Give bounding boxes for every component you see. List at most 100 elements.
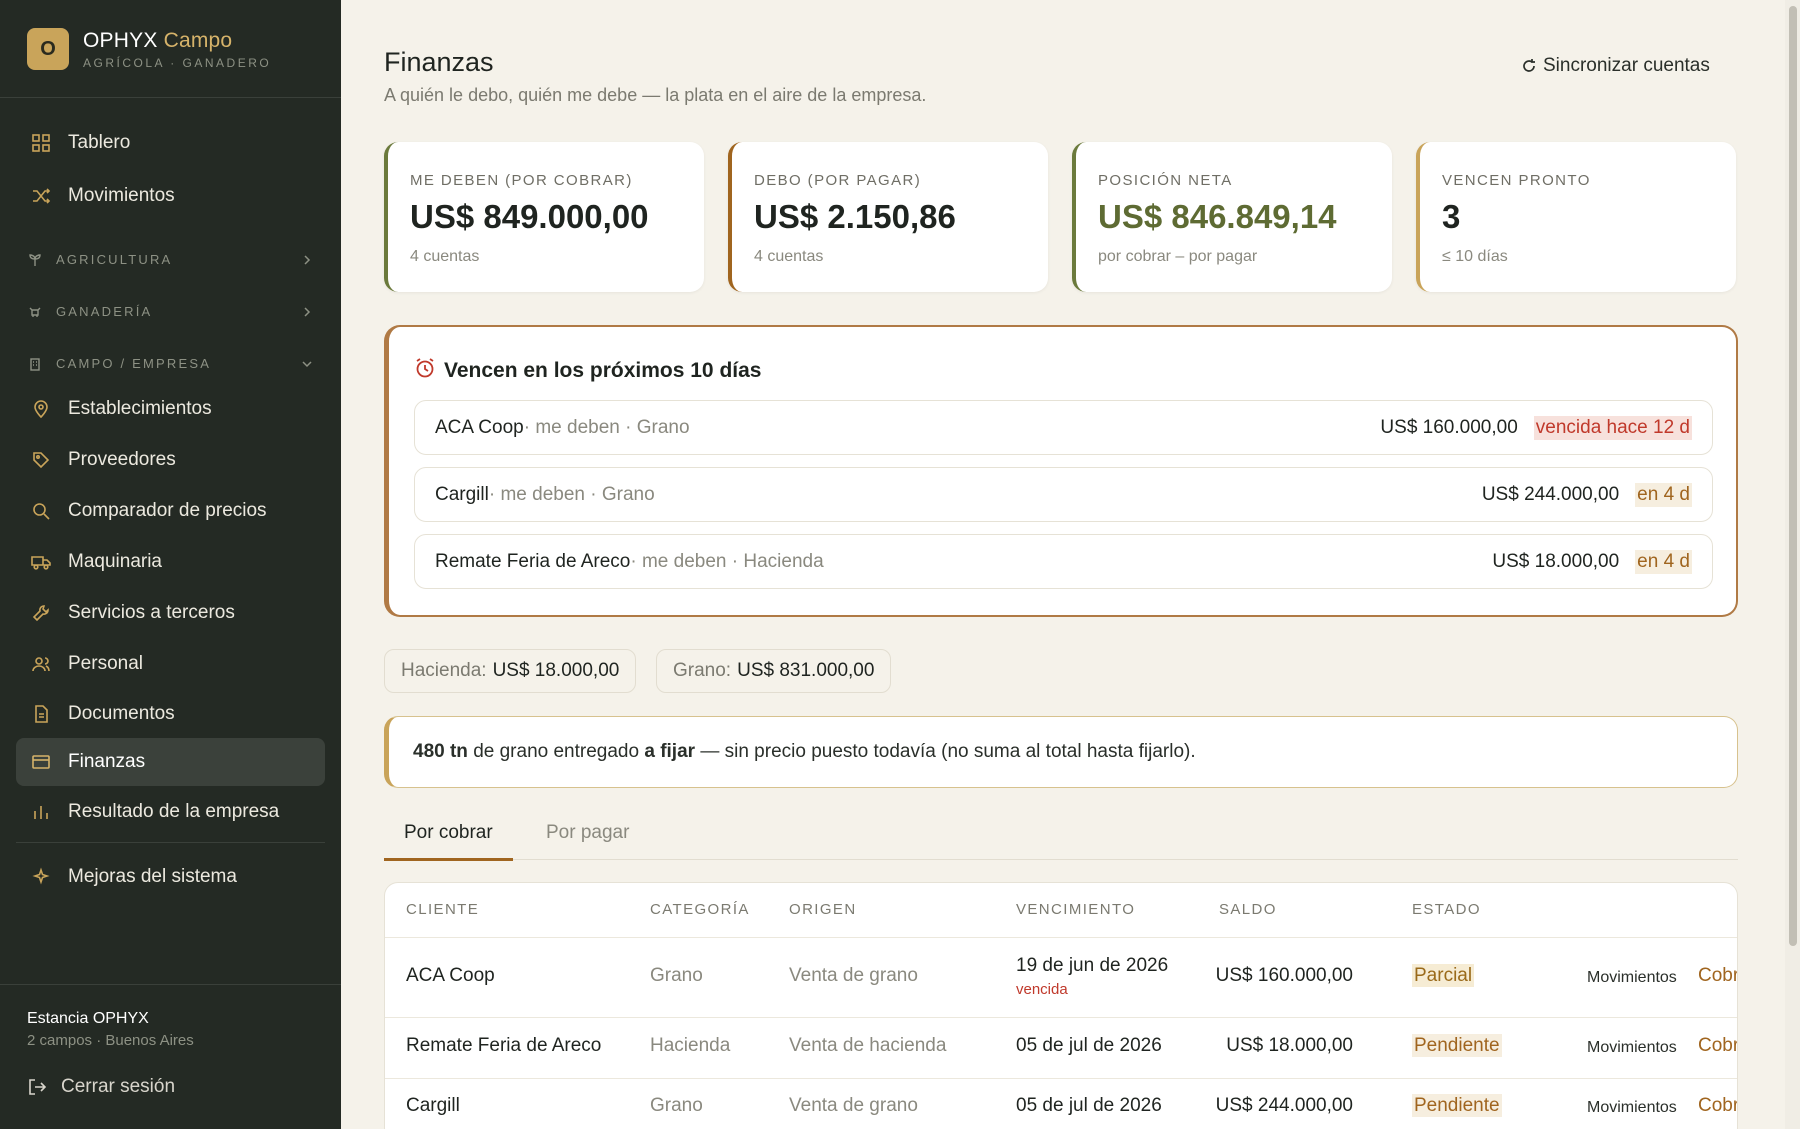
kpi-sub: por cobrar – por pagar [1098,248,1258,265]
due-soon-title: Vencen en los próximos 10 días [414,357,761,385]
row-divider [385,1078,1737,1079]
sidebar-divider [0,984,341,985]
due-row-meta: · me deben · Hacienda [630,550,824,572]
column-header[interactable]: CATEGORÍA [650,901,750,918]
note-bold: a fijar [644,741,696,762]
cell-vencimiento: 19 de jun de 2026 vencida [1016,955,1168,998]
cobrar-button[interactable]: Cobrar [1698,1095,1737,1117]
chevron-right-icon [301,306,313,318]
sidebar-item-label: Establecimientos [68,398,212,419]
sidebar-item-establecimientos[interactable]: Establecimientos [16,385,325,433]
sidebar-item-personal[interactable]: Personal [16,640,325,688]
due-row-meta: · me deben · Grano [488,483,655,505]
cobrar-button[interactable]: Cobrar [1698,1035,1737,1057]
sidebar-group-label: AGRICULTURA [56,252,173,267]
sidebar-group-label: CAMPO / EMPRESA [56,356,212,371]
row-divider [385,937,1737,938]
sidebar-item-maquinaria[interactable]: Maquinaria [16,538,325,586]
column-header[interactable]: VENCIMIENTO [1016,901,1135,918]
cobrar-button[interactable]: Cobrar [1698,965,1737,987]
sidebar-item-proveedores[interactable]: Proveedores [16,436,325,484]
cell-vencimiento: 05 de jul de 2026 [1016,1035,1162,1056]
cell-saldo: US$ 18.000,00 [1226,1035,1353,1056]
scrollbar-thumb[interactable] [1789,6,1797,946]
logout-button[interactable]: Cerrar sesión [27,1076,175,1098]
cell-origen: Venta de hacienda [789,1035,947,1056]
kpi-sub: 4 cuentas [754,248,824,265]
chip-value: US$ 831.000,00 [737,660,875,681]
chevron-down-icon [301,358,313,370]
column-header[interactable]: ESTADO [1412,901,1481,918]
status-badge: Parcial [1412,964,1475,987]
org-sub: 2 campos · Buenos Aires [27,1032,194,1049]
sidebar-item-servicios[interactable]: Servicios a terceros [16,589,325,637]
cell-origen: Venta de grano [789,1095,918,1116]
sidebar-item-mejoras[interactable]: Mejoras del sistema [16,853,325,901]
tab-por-cobrar[interactable]: Por cobrar [384,822,513,861]
credit-card-icon [30,751,52,773]
chip-label: Hacienda: [401,660,487,681]
cell-vencimiento: 05 de jul de 2026 [1016,1095,1162,1116]
due-row-badge: vencida hace 12 d [1533,415,1692,440]
due-row[interactable]: Cargill · me deben · Grano US$ 244.000,0… [414,467,1713,522]
due-row-badge: en 4 d [1635,482,1692,507]
kpi-value: 3 [1442,198,1461,235]
due-row[interactable]: Remate Feria de Areco · me deben · Hacie… [414,534,1713,589]
due-row-amount: US$ 18.000,00 [1492,550,1620,572]
due-row-who: Remate Feria de Areco [435,550,631,572]
receivables-table: CLIENTE CATEGORÍA ORIGEN VENCIMIENTO SAL… [384,882,1738,1129]
sync-label: Sincronizar cuentas [1543,55,1710,76]
sidebar-group-campo-empresa[interactable]: CAMPO / EMPRESA [28,356,313,371]
kpi-value: US$ 849.000,00 [410,198,649,235]
brand[interactable]: O OPHYX Campo AGRÍCOLA · GANADERO [27,28,271,70]
due-row-badge: en 4 d [1635,549,1692,574]
movimientos-link[interactable]: Movimientos [1587,969,1677,987]
cell-saldo: US$ 244.000,00 [1215,1095,1353,1116]
sidebar-item-finanzas[interactable]: Finanzas [16,738,325,786]
movimientos-link[interactable]: Movimientos [1587,1099,1677,1117]
column-header[interactable]: CLIENTE [406,901,479,918]
sidebar-item-label: Tablero [68,132,131,153]
due-row[interactable]: ACA Coop · me deben · Grano US$ 160.000,… [414,400,1713,455]
note-text1: de grano entregado [467,741,645,762]
note-qty: 480 tn [413,741,468,762]
scrollbar[interactable] [1785,0,1800,1129]
kpi-sub: ≤ 10 días [1442,248,1508,265]
kpi-value: US$ 2.150,86 [754,198,956,235]
brand-name-accent: Campo [163,28,233,52]
sidebar-item-documentos[interactable]: Documentos [16,690,325,738]
sidebar-item-comparador[interactable]: Comparador de precios [16,487,325,535]
due-row-amount: US$ 160.000,00 [1380,416,1518,438]
kpi-posicion-neta: POSICIÓN NETA US$ 846.849,14 por cobrar … [1072,142,1392,292]
sparkle-icon [30,866,52,888]
cell-estado: Pendiente [1412,1094,1502,1117]
chevron-right-icon [301,254,313,266]
alarm-clock-icon [414,357,436,385]
column-header[interactable]: SALDO [1219,901,1277,918]
row-divider [385,1017,1737,1018]
due-row-who: Cargill [435,483,489,505]
page-subtitle: A quién le debo, quién me debe — la plat… [384,85,927,105]
due-row-who: ACA Coop [435,416,524,438]
sidebar-group-agricultura[interactable]: AGRICULTURA [28,252,313,267]
bar-chart-icon [30,801,52,823]
wrench-icon [30,602,52,624]
search-icon [30,500,52,522]
page-title: Finanzas [384,47,494,77]
grain-a-fijar-note: 480 tn de grano entregado a fijar — sin … [384,716,1738,788]
sidebar-item-movimientos[interactable]: Movimientos [16,172,325,220]
sync-accounts-button[interactable]: Sincronizar cuentas [1521,55,1710,77]
cell-categoria: Grano [650,965,703,986]
sidebar-item-label: Documentos [68,703,175,724]
shuffle-icon [30,185,52,207]
sidebar-item-tablero[interactable]: Tablero [16,119,325,167]
users-icon [30,653,52,675]
sidebar-divider [16,842,325,843]
sidebar-group-ganaderia[interactable]: GANADERÍA [28,304,313,319]
sidebar-item-resultado[interactable]: Resultado de la empresa [16,788,325,836]
brand-subtitle: AGRÍCOLA · GANADERO [83,55,272,70]
tabs: Por cobrar Por pagar [384,800,1738,861]
column-header[interactable]: ORIGEN [789,901,857,918]
tab-por-pagar[interactable]: Por pagar [526,822,649,858]
movimientos-link[interactable]: Movimientos [1587,1039,1677,1057]
